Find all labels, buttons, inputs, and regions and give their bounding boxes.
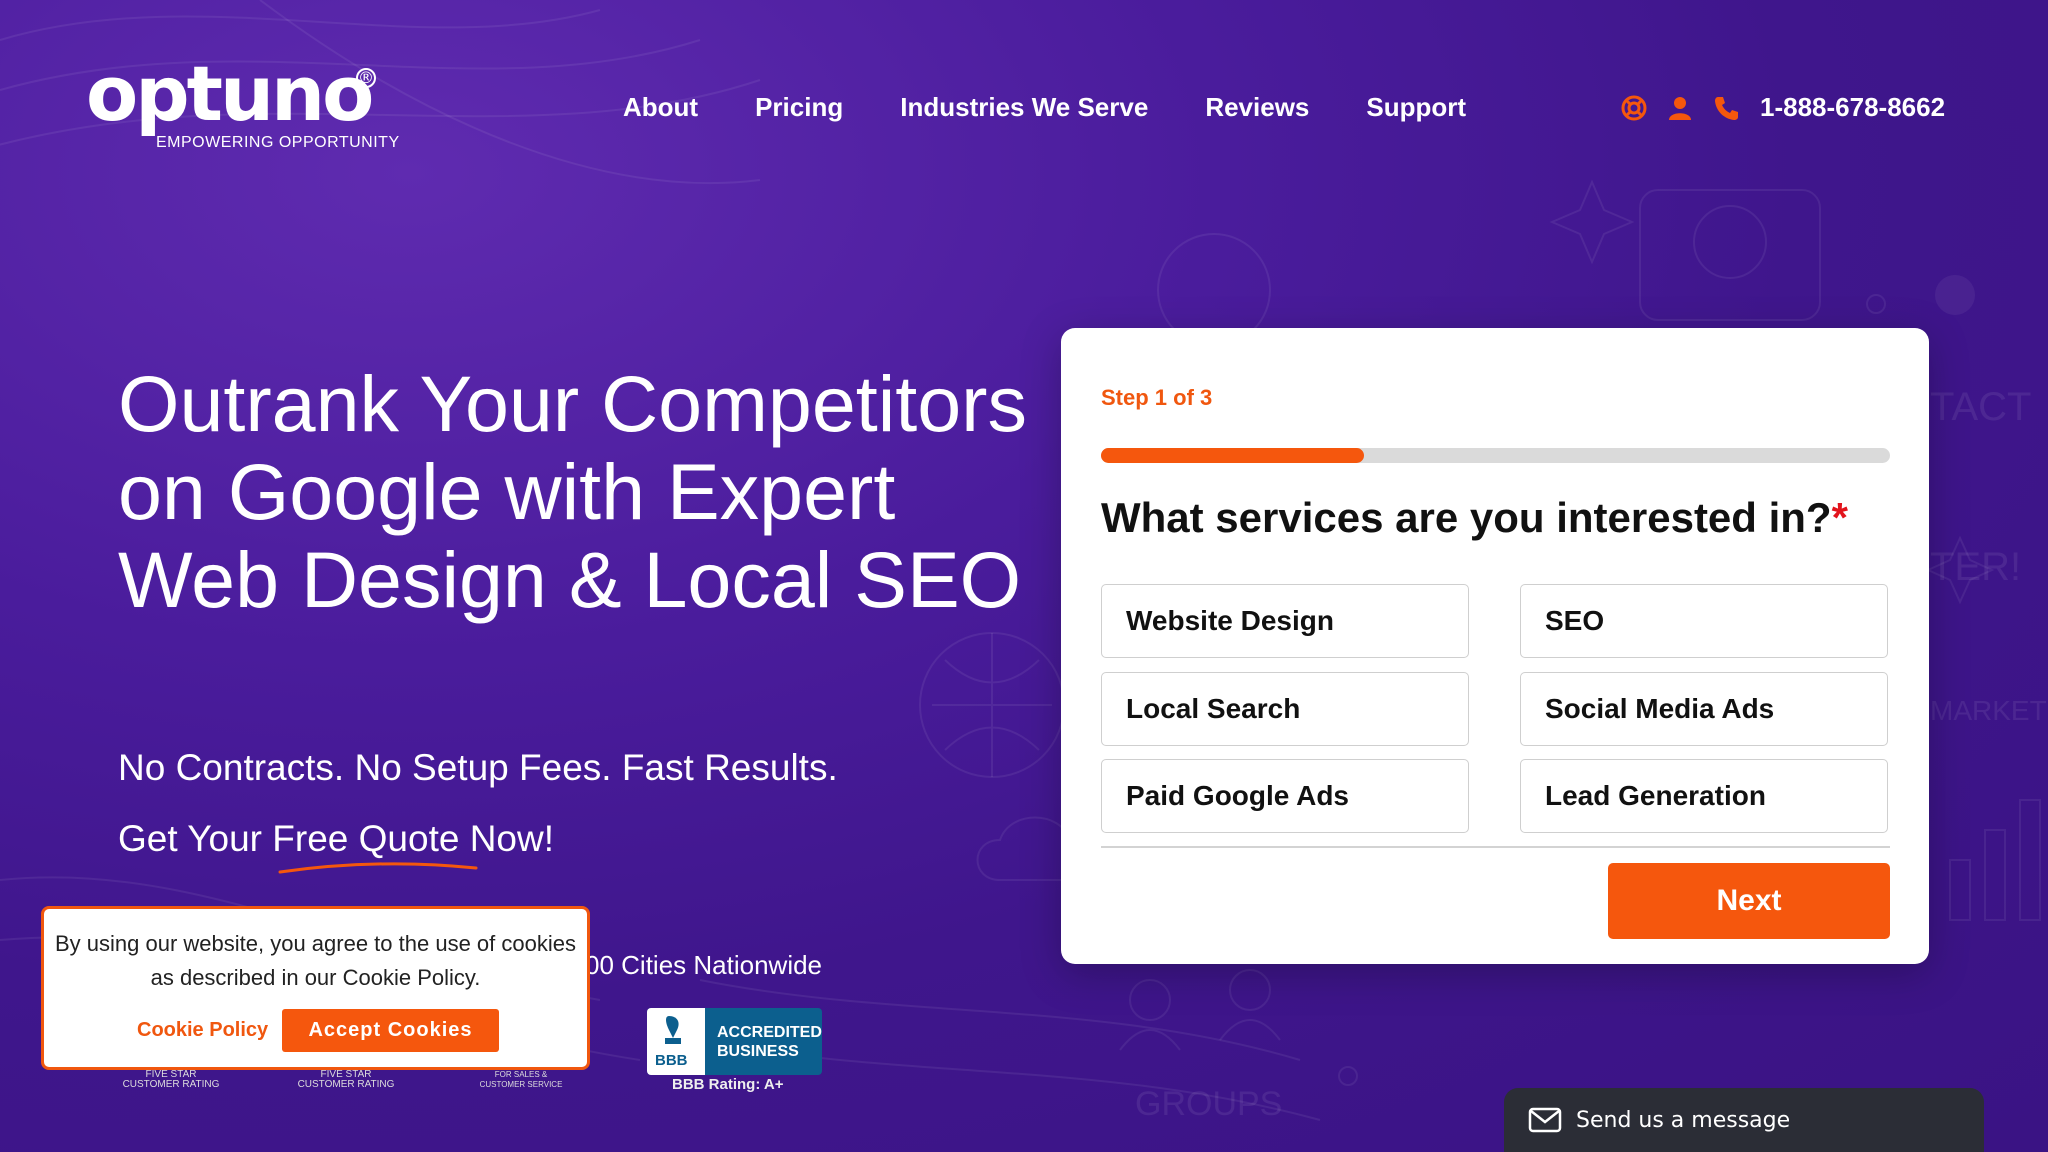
form-divider bbox=[1101, 846, 1890, 848]
quote-form-card: Step 1 of 3 What services are you intere… bbox=[1061, 328, 1929, 964]
nav-item-about[interactable]: About bbox=[623, 92, 698, 123]
award-badge: FOR SALES & CUSTOMER SERVICE bbox=[479, 1070, 563, 1089]
option-lead-generation[interactable]: Lead Generation bbox=[1520, 759, 1888, 833]
phone-number[interactable]: 1-888-678-8662 bbox=[1760, 92, 1945, 123]
nav-item-reviews[interactable]: Reviews bbox=[1205, 92, 1309, 123]
next-button[interactable]: Next bbox=[1608, 863, 1890, 939]
nav-item-industries[interactable]: Industries We Serve bbox=[900, 92, 1148, 123]
bbb-mark: BBB bbox=[655, 1052, 688, 1069]
nav-item-support[interactable]: Support bbox=[1366, 92, 1466, 123]
hero-title: Outrank Your Competitors on Google with … bbox=[118, 359, 1027, 624]
svg-text:TACT: TACT bbox=[1930, 385, 2031, 429]
five-star-badge-1: FIVE STAR CUSTOMER RATING bbox=[122, 1069, 220, 1090]
cookie-banner: By using our website, you agree to the u… bbox=[41, 906, 590, 1070]
step-indicator: Step 1 of 3 bbox=[1101, 385, 1213, 410]
form-question: What services are you interested in?* bbox=[1101, 494, 1848, 542]
bbb-accredited: ACCREDITED bbox=[717, 1023, 822, 1041]
cookie-policy-link[interactable]: Cookie Policy bbox=[137, 1019, 268, 1042]
chat-widget[interactable]: Send us a message bbox=[1504, 1088, 1984, 1152]
nav-item-pricing[interactable]: Pricing bbox=[755, 92, 843, 123]
option-seo[interactable]: SEO bbox=[1520, 584, 1888, 658]
cookie-message: By using our website, you agree to the u… bbox=[55, 931, 576, 990]
hero-subtitle: No Contracts. No Setup Fees. Fast Result… bbox=[118, 747, 838, 788]
option-social-media-ads[interactable]: Social Media Ads bbox=[1520, 672, 1888, 746]
cta-underline bbox=[278, 862, 478, 874]
support-icon[interactable] bbox=[1620, 94, 1648, 122]
progress-fill bbox=[1101, 448, 1364, 463]
bbb-logo: BBB bbox=[647, 1008, 705, 1075]
logo-wordmark: optuno bbox=[86, 49, 374, 138]
logo[interactable]: optuno ® EMPOWERING OPPORTUNITY bbox=[86, 56, 399, 156]
option-website-design[interactable]: Website Design bbox=[1101, 584, 1469, 658]
progress-bar bbox=[1101, 448, 1890, 463]
svg-text:MARKETING: MARKETING bbox=[1930, 695, 2048, 726]
bbb-torch-icon bbox=[665, 1016, 681, 1044]
option-local-search[interactable]: Local Search bbox=[1101, 672, 1469, 746]
required-mark: * bbox=[1831, 494, 1848, 541]
svg-text:GROUPS: GROUPS bbox=[1135, 1085, 1282, 1123]
chat-label: Send us a message bbox=[1576, 1107, 1791, 1133]
user-icon[interactable] bbox=[1666, 94, 1694, 122]
accept-cookies-button[interactable]: Accept Cookies bbox=[282, 1009, 499, 1052]
header-contact: 1-888-678-8662 bbox=[1620, 92, 1945, 123]
bbb-text: ACCREDITED BUSINESS bbox=[717, 1023, 822, 1061]
bbb-business: BUSINESS bbox=[717, 1042, 799, 1060]
logo-tagline: EMPOWERING OPPORTUNITY bbox=[156, 134, 400, 151]
svg-text:TER!: TER! bbox=[1930, 545, 2021, 589]
main-nav: About Pricing Industries We Serve Review… bbox=[623, 92, 1523, 123]
question-text: What services are you interested in? bbox=[1101, 494, 1832, 541]
option-paid-google-ads[interactable]: Paid Google Ads bbox=[1101, 759, 1469, 833]
five-star-badge-2: FIVE STAR CUSTOMER RATING bbox=[297, 1069, 395, 1090]
phone-icon[interactable] bbox=[1712, 94, 1740, 122]
cities-text: 00 Cities Nationwide bbox=[585, 950, 823, 980]
mail-icon bbox=[1528, 1107, 1562, 1133]
hero-cta-text: Get Your Free Quote Now! bbox=[118, 818, 555, 859]
bbb-badge[interactable]: BBB ACCREDITED BUSINESS bbox=[647, 1008, 822, 1075]
bbb-rating: BBB Rating: A+ bbox=[672, 1076, 784, 1093]
registered-mark: ® bbox=[356, 68, 376, 88]
